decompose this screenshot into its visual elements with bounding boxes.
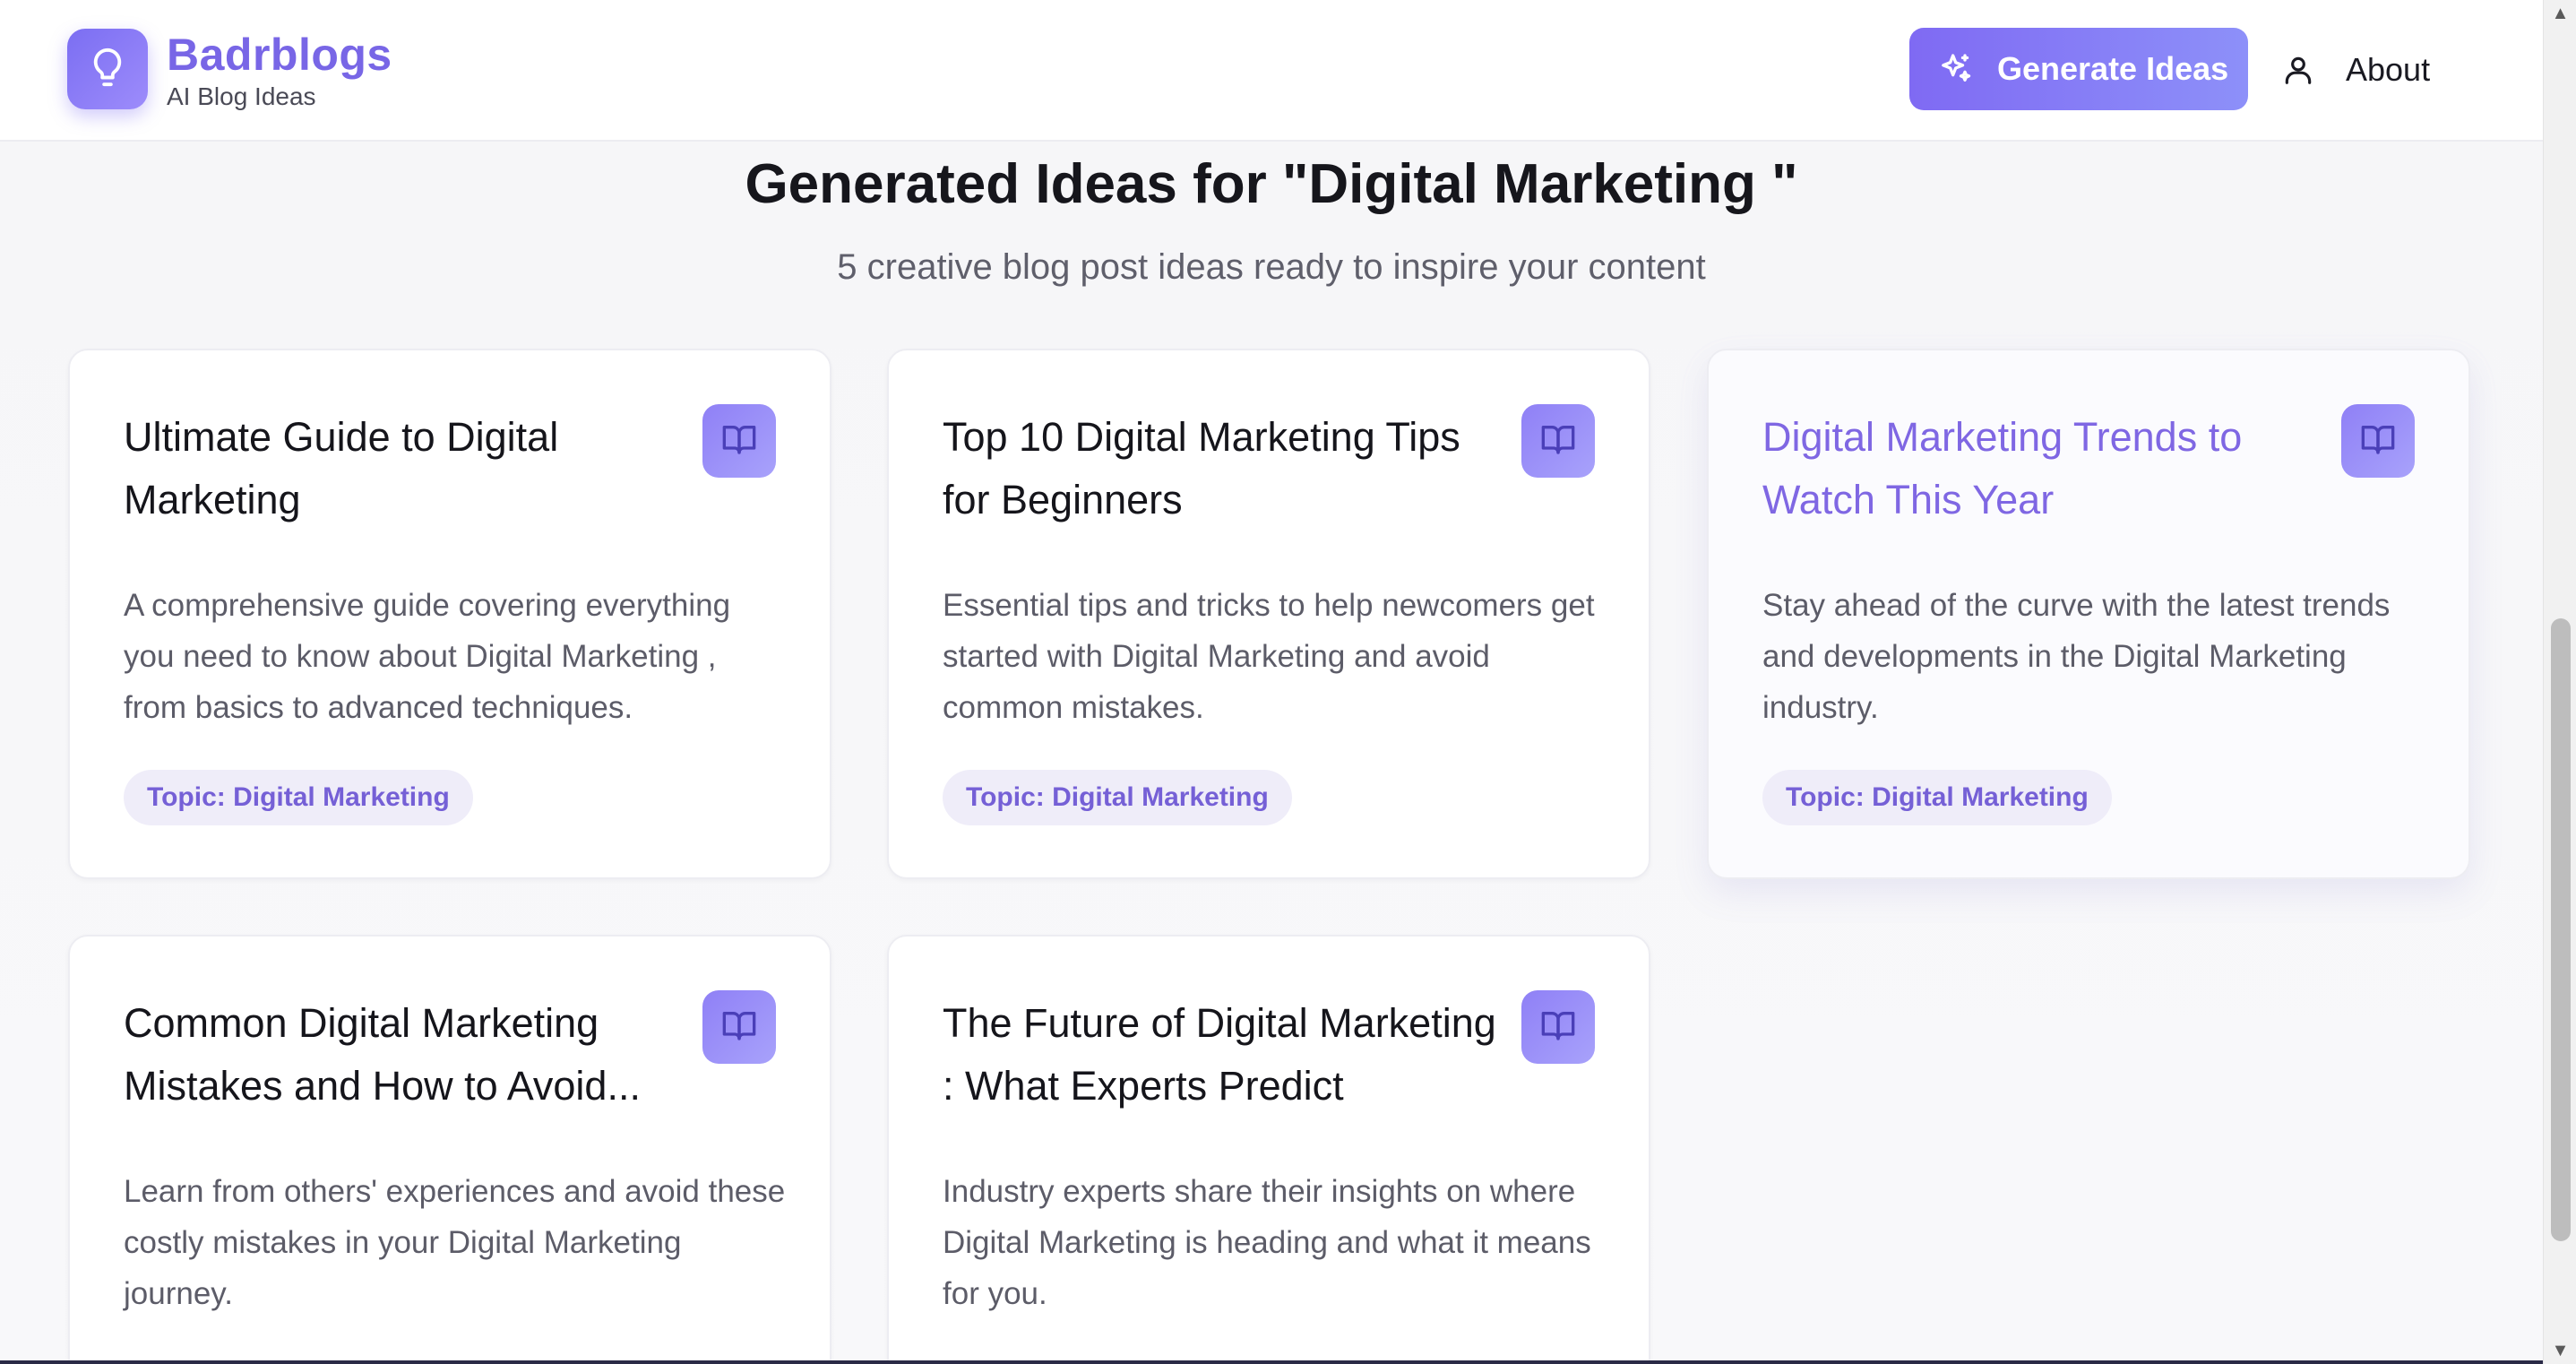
brand-tagline: AI Blog Ideas xyxy=(167,82,316,110)
book-open-icon xyxy=(1540,1007,1576,1048)
idea-card[interactable]: Ultimate Guide to Digital Marketing A co… xyxy=(68,349,831,879)
idea-description: Stay ahead of the curve with the latest … xyxy=(1762,588,2391,725)
idea-title: Common Digital Marketing Mistakes and Ho… xyxy=(124,1000,641,1109)
scroll-up-arrow-icon[interactable]: ▲ xyxy=(2544,0,2576,27)
scrollbar-thumb[interactable] xyxy=(2551,618,2571,1241)
sparkles-icon xyxy=(1938,51,1974,87)
idea-title: Top 10 Digital Marketing Tips for Beginn… xyxy=(943,414,1460,522)
topic-tag: Topic: Digital Marketing xyxy=(943,770,1292,825)
scroll-down-arrow-icon[interactable]: ▼ xyxy=(2544,1337,2576,1364)
logo-badge[interactable] xyxy=(67,29,148,109)
book-open-icon xyxy=(2360,421,2396,462)
book-open-icon xyxy=(1540,421,1576,462)
page-viewport: Badrblogs AI Blog Ideas Generate Ideas A… xyxy=(0,0,2543,1364)
read-idea-button[interactable] xyxy=(702,990,776,1064)
idea-title: Digital Marketing Trends to Watch This Y… xyxy=(1762,414,2243,522)
user-icon xyxy=(2281,53,2315,87)
topic-tag: Topic: Digital Marketing xyxy=(1762,770,2112,825)
idea-card[interactable]: Top 10 Digital Marketing Tips for Beginn… xyxy=(887,349,1650,879)
topic-tag: Topic: Digital Marketing xyxy=(124,770,473,825)
idea-description: Essential tips and tricks to help newcom… xyxy=(943,588,1595,725)
results-subtitle: 5 creative blog post ideas ready to insp… xyxy=(837,247,1706,287)
read-idea-button[interactable] xyxy=(1521,404,1595,478)
app-header: Badrblogs AI Blog Ideas Generate Ideas A… xyxy=(0,0,2543,142)
vertical-scrollbar[interactable]: ▲ ▼ xyxy=(2543,0,2576,1364)
read-idea-button[interactable] xyxy=(1521,990,1595,1064)
brand-name[interactable]: Badrblogs xyxy=(167,29,392,81)
idea-description: Industry experts share their insights on… xyxy=(943,1174,1591,1311)
read-idea-button[interactable] xyxy=(702,404,776,478)
results-title: Generated Ideas for "Digital Marketing " xyxy=(745,153,1798,215)
idea-title: Ultimate Guide to Digital Marketing xyxy=(124,414,559,522)
idea-title: The Future of Digital Marketing : What E… xyxy=(943,1000,1496,1109)
bottom-edge xyxy=(0,1360,2543,1364)
lightbulb-icon xyxy=(87,47,128,92)
about-label: About xyxy=(2346,51,2431,88)
generate-ideas-label: Generate Ideas xyxy=(1997,50,2229,87)
idea-card[interactable]: Common Digital Marketing Mistakes and Ho… xyxy=(68,935,831,1364)
idea-card[interactable]: The Future of Digital Marketing : What E… xyxy=(887,935,1650,1364)
book-open-icon xyxy=(721,1007,757,1048)
book-open-icon xyxy=(721,421,757,462)
idea-description: Learn from others' experiences and avoid… xyxy=(124,1174,786,1311)
generate-ideas-button[interactable]: Generate Ideas xyxy=(1909,28,2248,110)
idea-description: A comprehensive guide covering everythin… xyxy=(124,588,731,725)
about-link[interactable]: About xyxy=(2281,36,2430,104)
read-idea-button[interactable] xyxy=(2341,404,2415,478)
idea-card-highlighted[interactable]: Digital Marketing Trends to Watch This Y… xyxy=(1707,349,2470,879)
